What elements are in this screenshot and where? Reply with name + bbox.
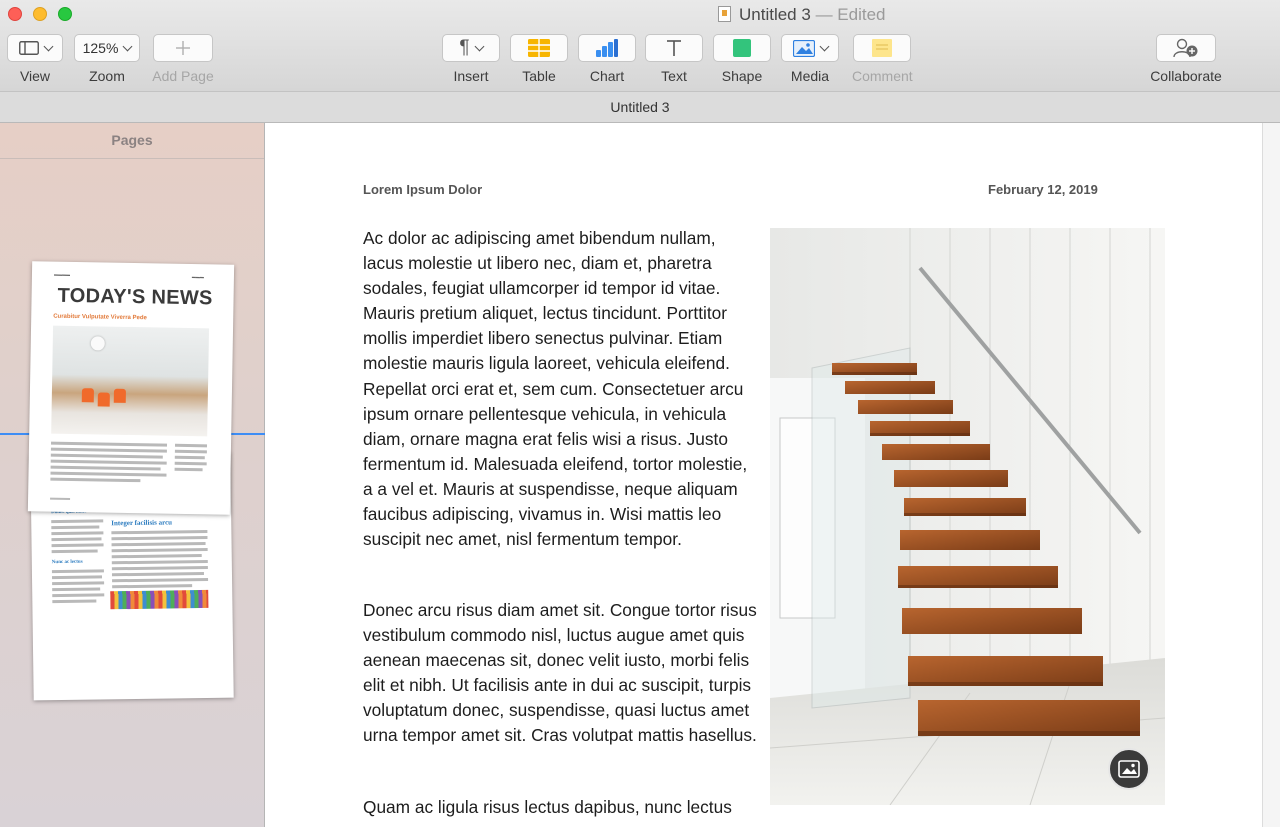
- thumbnail-heading: Nunc ac lectus: [51, 559, 83, 566]
- comment-control[interactable]: Comment: [852, 34, 913, 84]
- window-title-text: Untitled 3: [739, 5, 811, 24]
- text-box-icon: [667, 40, 681, 56]
- chevron-down-icon: [819, 41, 829, 51]
- sidebar-view-icon: [18, 41, 39, 55]
- insert-control[interactable]: ¶ Insert: [442, 34, 500, 84]
- plus-icon: [176, 41, 190, 55]
- zoom-label: Zoom: [89, 68, 125, 84]
- photo-icon: [792, 39, 815, 57]
- sidebar-title: Pages: [0, 123, 264, 159]
- staircase-photo[interactable]: [770, 228, 1165, 805]
- kitchen-photo: [51, 325, 210, 437]
- chart-label: Chart: [589, 68, 625, 84]
- media-button[interactable]: [781, 34, 839, 62]
- add-person-icon: [1173, 38, 1198, 58]
- view-button[interactable]: [7, 34, 63, 62]
- document-page[interactable]: Lorem Ipsum Dolor February 12, 2019 Ac d…: [265, 123, 1262, 827]
- add-page-label: Add Page: [152, 68, 214, 84]
- insert-label: Insert: [453, 68, 489, 84]
- shape-square-icon: [733, 39, 751, 57]
- paragraph-icon: ¶: [459, 37, 470, 58]
- add-page-control[interactable]: Add Page: [151, 34, 215, 84]
- chevron-down-icon: [474, 41, 485, 51]
- document-canvas[interactable]: Lorem Ipsum Dolor February 12, 2019 Ac d…: [265, 123, 1280, 827]
- shape-label: Shape: [721, 68, 763, 84]
- document-tab-title: Untitled 3: [610, 99, 670, 115]
- table-button[interactable]: [510, 34, 568, 62]
- add-page-button[interactable]: [153, 34, 213, 62]
- table-control[interactable]: Table: [510, 34, 568, 84]
- bar-chart-icon: [596, 39, 618, 57]
- comment-button[interactable]: [853, 34, 911, 62]
- comment-note-icon: [872, 39, 892, 57]
- thumbnail-header: ▬▬▬▬ ▬▬▬: [53, 271, 204, 280]
- window-toolbar: Untitled 3 — Edited View 125% Zoom Add P: [0, 0, 1280, 92]
- comment-label: Comment: [852, 68, 913, 84]
- thumbnail-headline: TODAY'S NEWS: [57, 284, 213, 310]
- media-label: Media: [790, 68, 830, 84]
- window-title: Untitled 3 — Edited: [718, 5, 886, 25]
- page-thumbnails-sidebar: Pages Donec quis nunc Nunc ac lectus Int…: [0, 123, 265, 827]
- minimize-window-button[interactable]: [33, 7, 47, 21]
- chevron-down-icon: [43, 41, 53, 51]
- body-paragraph-1[interactable]: Ac dolor ac adipiscing amet bibendum nul…: [363, 226, 758, 552]
- text-label: Text: [661, 68, 687, 84]
- edited-status: — Edited: [815, 5, 886, 24]
- vertical-scrollbar[interactable]: [1262, 123, 1280, 827]
- replace-media-button[interactable]: [1108, 748, 1150, 790]
- body-paragraph-2[interactable]: Donec arcu risus diam amet sit. Congue t…: [363, 598, 758, 749]
- chart-control[interactable]: Chart: [578, 34, 636, 84]
- photo-icon: [1118, 760, 1140, 778]
- close-window-button[interactable]: [8, 7, 22, 21]
- zoom-window-button[interactable]: [58, 7, 72, 21]
- media-control[interactable]: Media: [781, 34, 839, 84]
- document-tab[interactable]: Untitled 3: [0, 92, 1280, 123]
- page-header-date[interactable]: February 12, 2019: [988, 182, 1098, 197]
- view-label: View: [19, 68, 51, 84]
- zoom-popup[interactable]: 125%: [74, 34, 140, 62]
- staircase-image: [770, 228, 1165, 805]
- table-label: Table: [522, 68, 556, 84]
- pages-document-icon: [718, 6, 731, 22]
- view-control[interactable]: View: [7, 34, 63, 84]
- shape-control[interactable]: Shape: [713, 34, 771, 84]
- text-box-button[interactable]: [645, 34, 703, 62]
- page-thumbnail-1[interactable]: ▬▬▬▬ ▬▬▬ TODAY'S NEWS Curabitur Vulputate…: [27, 261, 235, 515]
- table-icon: [528, 39, 550, 57]
- text-control[interactable]: Text: [645, 34, 703, 84]
- collaborate-label: Collaborate: [1150, 68, 1222, 84]
- collaborate-control[interactable]: Collaborate: [1146, 34, 1226, 84]
- collaborate-button[interactable]: [1156, 34, 1216, 62]
- thumbnail-heading: Integer facilisis arcu: [111, 518, 173, 528]
- shape-button[interactable]: [713, 34, 771, 62]
- zoom-value: 125%: [82, 40, 119, 56]
- page-header-title[interactable]: Lorem Ipsum Dolor: [363, 182, 482, 197]
- pencils-photo: [110, 589, 209, 610]
- zoom-control[interactable]: 125% Zoom: [74, 34, 140, 84]
- thumbnail-subhead: Curabitur Vulputate Viverra Pede: [53, 313, 147, 322]
- chart-button[interactable]: [578, 34, 636, 62]
- insert-button[interactable]: ¶: [442, 34, 500, 62]
- chevron-down-icon: [122, 41, 133, 51]
